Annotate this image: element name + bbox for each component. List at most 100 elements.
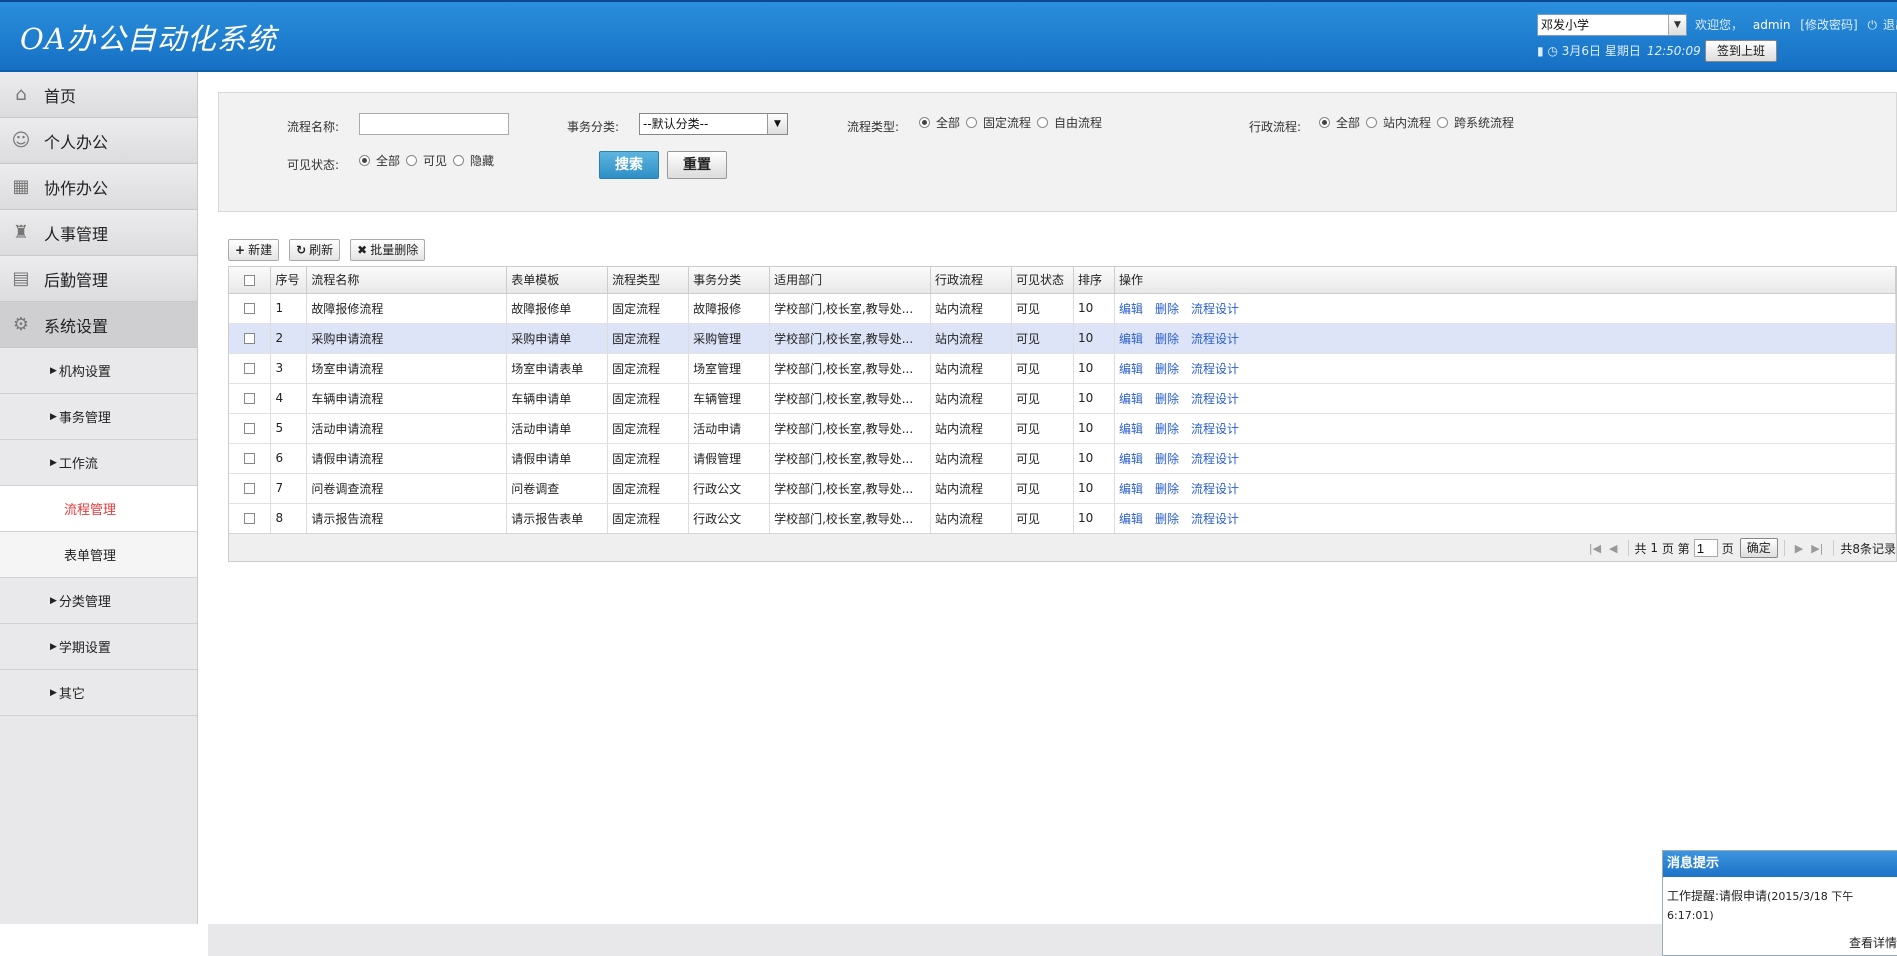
column-header[interactable]: 流程名称 — [306, 267, 508, 294]
table-row[interactable]: 2 采购申请流程 采购申请单 固定流程 采购管理 学校部门,校长室,教导处... 站内流程可… — [229, 323, 1897, 354]
logout-link[interactable]: ⏻ 退出 — [1867, 18, 1897, 32]
admin-flow-radios: 全部 站内流程 跨系统流程 — [1319, 114, 1520, 131]
sidebar-item-cooperation[interactable]: ▦ 协作办公 — [0, 164, 197, 210]
row-checkbox[interactable] — [229, 383, 272, 414]
column-header[interactable]: 事务分类 — [688, 267, 771, 294]
change-password-link[interactable]: [修改密码] — [1800, 18, 1857, 32]
flow-design-link[interactable]: 流程设计 — [1191, 422, 1239, 436]
edit-link[interactable]: 编辑 — [1119, 392, 1143, 406]
sidebar-item-personal[interactable]: ☺ 个人办公 — [0, 118, 197, 164]
sidebar-item-home[interactable]: ⌂ 首页 — [0, 72, 197, 118]
flow-design-link[interactable]: 流程设计 — [1191, 512, 1239, 526]
table-cell: 请示报告流程 — [306, 503, 508, 534]
search-button[interactable]: 搜索 — [599, 151, 659, 179]
flow-design-link[interactable]: 流程设计 — [1191, 392, 1239, 406]
last-page-icon[interactable]: ▶| — [1811, 542, 1823, 555]
sidebar-item-logistics[interactable]: ▤ 后勤管理 — [0, 256, 197, 302]
sidebar-sub-org[interactable]: ▶ 机构设置 — [0, 348, 197, 394]
table-row[interactable]: 5 活动申请流程 活动申请单 固定流程 活动申请 学校部门,校长室,教导处... 站内流程可… — [229, 413, 1897, 444]
table-row[interactable]: 3 场室申请流程 场室申请表单 固定流程 场室管理 学校部门,校长室,教导处... 站内流程… — [229, 353, 1897, 384]
sidebar-sub-form-manage[interactable]: 表单管理 — [0, 532, 197, 578]
column-header[interactable]: 行政流程 — [930, 267, 1012, 294]
signin-button[interactable]: 签到上班 — [1705, 40, 1777, 62]
prev-page-icon[interactable]: ◀ — [1609, 542, 1617, 555]
sidebar-item-settings[interactable]: ⚙ 系统设置 — [0, 302, 197, 348]
row-checkbox[interactable] — [229, 443, 272, 474]
flow-type-all[interactable]: 全部 — [919, 114, 960, 131]
table-row[interactable]: 6 请假申请流程 请假申请单 固定流程 请假管理 学校部门,校长室,教导处... 站内流程可… — [229, 443, 1897, 474]
sidebar-sub-semester[interactable]: ▶ 学期设置 — [0, 624, 197, 670]
row-checkbox[interactable] — [229, 323, 272, 354]
table-row[interactable]: 1 故障报修流程 故障报修单 固定流程 故障报修 学校部门,校长室,教导处... 站内流程可… — [229, 293, 1897, 324]
row-checkbox[interactable] — [229, 473, 272, 504]
flow-type-fixed[interactable]: 固定流程 — [966, 114, 1031, 131]
row-checkbox[interactable] — [229, 353, 272, 384]
column-header[interactable]: 序号 — [270, 267, 308, 294]
delete-link[interactable]: 删除 — [1155, 332, 1179, 346]
sidebar-sub-other[interactable]: ▶ 其它 — [0, 670, 197, 716]
flow-name-label: 流程名称: — [287, 120, 340, 134]
visibility-all[interactable]: 全部 — [359, 152, 400, 169]
total-pages-prefix: 共 — [1634, 541, 1647, 556]
current-page-prefix: 第 — [1677, 541, 1690, 556]
delete-link[interactable]: 删除 — [1155, 302, 1179, 316]
page-confirm-button[interactable]: 确定 — [1739, 538, 1778, 558]
flow-design-link[interactable]: 流程设计 — [1191, 452, 1239, 466]
delete-link[interactable]: 删除 — [1155, 482, 1179, 496]
flow-name-input[interactable] — [359, 113, 509, 135]
flow-type-free[interactable]: 自由流程 — [1037, 114, 1102, 131]
table-cell: 场室申请表单 — [506, 353, 609, 384]
table-row[interactable]: 4 车辆申请流程 车辆申请单 固定流程 车辆管理 学校部门,校长室,教导处... 站内流程可… — [229, 383, 1897, 414]
flow-design-link[interactable]: 流程设计 — [1191, 302, 1239, 316]
category-select[interactable]: --默认分类-- ▼ — [639, 113, 788, 135]
edit-link[interactable]: 编辑 — [1119, 362, 1143, 376]
select-all-checkbox[interactable] — [229, 267, 272, 294]
row-checkbox[interactable] — [229, 413, 272, 444]
checkbox-icon — [243, 303, 255, 314]
edit-link[interactable]: 编辑 — [1119, 302, 1143, 316]
batch-delete-button[interactable]: ✖ 批量删除 — [350, 239, 426, 261]
column-header[interactable]: 排序 — [1073, 267, 1115, 294]
refresh-button[interactable]: ↻ 刷新 — [289, 239, 341, 261]
new-button[interactable]: + 新建 — [228, 239, 280, 261]
edit-link[interactable]: 编辑 — [1119, 452, 1143, 466]
edit-link[interactable]: 编辑 — [1119, 482, 1143, 496]
sidebar-item-personnel[interactable]: ♜ 人事管理 — [0, 210, 197, 256]
message-detail-link[interactable]: 查看详情 — [1849, 934, 1897, 951]
flow-design-link[interactable]: 流程设计 — [1191, 362, 1239, 376]
column-header[interactable]: 适用部门 — [769, 267, 932, 294]
column-header[interactable]: 流程类型 — [607, 267, 690, 294]
flow-design-link[interactable]: 流程设计 — [1191, 482, 1239, 496]
table-row[interactable]: 7 问卷调查流程 问卷调查 固定流程 行政公文 学校部门,校长室,教导处... 站内流程 可见… — [229, 473, 1897, 504]
first-page-icon[interactable]: |◀ — [1589, 542, 1601, 555]
sidebar-sub-flow-manage[interactable]: 流程管理 — [0, 486, 197, 532]
table-row[interactable]: 8 请示报告流程 请示报告表单 固定流程 行政公文 学校部门,校长室,教导处... 站内流程… — [229, 503, 1897, 534]
delete-link[interactable]: 删除 — [1155, 512, 1179, 526]
sidebar-sub-affairs[interactable]: ▶ 事务管理 — [0, 394, 197, 440]
next-page-icon[interactable]: ▶ — [1795, 542, 1803, 555]
username: admin — [1752, 18, 1791, 32]
sidebar-sub-category[interactable]: ▶ 分类管理 — [0, 578, 197, 624]
visibility-hidden[interactable]: 隐藏 — [453, 152, 494, 169]
column-header[interactable]: 表单模板 — [506, 267, 609, 294]
table-cell: 可见 — [1011, 323, 1074, 354]
admin-flow-all[interactable]: 全部 — [1319, 114, 1360, 131]
sidebar-sub-workflow[interactable]: ▶ 工作流 — [0, 440, 197, 486]
admin-flow-internal[interactable]: 站内流程 — [1366, 114, 1431, 131]
delete-link[interactable]: 删除 — [1155, 362, 1179, 376]
row-checkbox[interactable] — [229, 293, 272, 324]
edit-link[interactable]: 编辑 — [1119, 512, 1143, 526]
edit-link[interactable]: 编辑 — [1119, 332, 1143, 346]
delete-link[interactable]: 删除 — [1155, 392, 1179, 406]
reset-button[interactable]: 重置 — [667, 151, 727, 179]
page-number-input[interactable] — [1693, 539, 1718, 557]
flow-design-link[interactable]: 流程设计 — [1191, 332, 1239, 346]
delete-link[interactable]: 删除 — [1155, 452, 1179, 466]
delete-link[interactable]: 删除 — [1155, 422, 1179, 436]
school-select[interactable]: 邓发小学 ▼ — [1537, 14, 1687, 36]
admin-flow-cross[interactable]: 跨系统流程 — [1437, 114, 1514, 131]
column-header[interactable]: 可见状态 — [1011, 267, 1074, 294]
row-checkbox[interactable] — [229, 503, 272, 534]
edit-link[interactable]: 编辑 — [1119, 422, 1143, 436]
visibility-visible[interactable]: 可见 — [406, 152, 447, 169]
